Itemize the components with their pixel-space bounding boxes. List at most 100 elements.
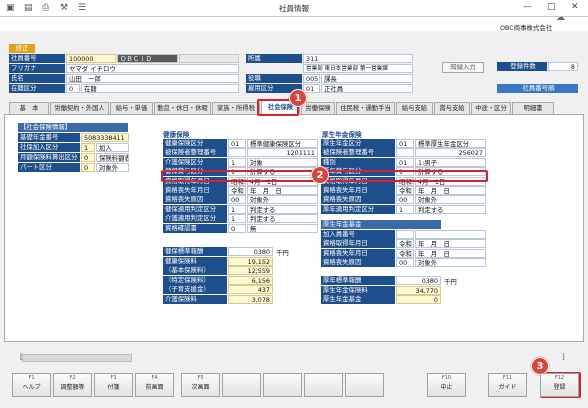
fkey-blank-6[interactable] [263,373,302,397]
kosei.kikin_rows-row-label: 資格取得年月日 [321,239,395,249]
kosei.rows-row-code[interactable] [396,148,414,158]
fkey-f4[interactable]: F4 前画面 [135,373,174,397]
dept-label: 所属 [246,54,302,63]
fkey-label: ガイド [498,384,517,391]
left-row-code[interactable]: 1 [81,143,95,152]
fkey-f1[interactable]: F1 ヘルプ [12,373,51,397]
kosei.money_rows-label: 厚生年金基金 [321,295,395,305]
kenko.rows-row-label: 資格喪失原因 [163,195,227,205]
kosei.money_rows-value: 0 [396,295,441,305]
kenko.rows-row-code[interactable]: 01 [228,139,246,148]
kosei.kikin_rows-row-code[interactable]: 令和 [396,239,414,249]
tab-4[interactable]: 家族・所得税 [212,102,260,114]
dept-code[interactable]: 311 [303,54,413,63]
kenko.rows-row-code[interactable]: 令和 [228,186,246,195]
shain-no-input[interactable]: 100000 [66,54,116,63]
tab-7[interactable]: 住民税・通勤手当 [336,102,395,114]
fkey-label: ヘルプ [22,384,41,391]
fkey-number: F3 [110,375,117,381]
kosei.kikin_rows-row-code[interactable] [396,230,414,239]
kenko.money_rows-label: （基本保険料） [163,266,227,276]
tab-8[interactable]: 給与支給 [396,102,433,114]
tab-9[interactable]: 賞与支給 [434,102,470,114]
count-label: 登録件数 [497,62,547,71]
left-row-value: 対象外 [96,163,129,172]
cloud-icon: ☁ [556,13,565,23]
fkey-f2[interactable]: F2 調整額等 [53,373,92,397]
left-row-value: 加入 [96,143,129,152]
tab-2[interactable]: 給与・単価 [110,102,153,114]
kosei.rows-row-label: 厚年適用判定区分 [321,204,395,214]
tab-10[interactable]: 中途・区分 [471,102,511,114]
sort-shain-no-button[interactable]: 社員番号順 [497,84,578,93]
post-code[interactable]: 005 [303,74,320,83]
furigana-field[interactable]: ヤマダ イチロウ [66,64,239,73]
kenko.money_rows-value[interactable]: 0380 [228,247,273,256]
left-row-code[interactable]: 0 [81,163,95,172]
left-row-code[interactable]: 0 [81,153,95,162]
left-row-label: パート区分 [18,163,80,172]
kosei.kikin_rows-row-code[interactable]: 00 [396,258,414,268]
kenko.rows-row-label: 資格喪失年月日 [163,186,227,195]
left-row-code[interactable]: 5083338411 [81,133,129,142]
kenko.rows-row-code[interactable]: 1 [228,157,246,167]
tab-6[interactable]: 労働保険 [301,102,335,114]
fkey-label: 次画面 [191,384,210,391]
fkey-number: F2 [69,375,76,381]
left-row-label: 月額保険料算出区分 [18,153,80,162]
emp-code[interactable]: 01 [303,84,320,93]
tab-1[interactable]: 労働契約・外国人 [50,102,109,114]
tab-3[interactable]: 勤怠・休日・休暇 [154,102,211,114]
tab-0[interactable]: 基 本 [9,102,49,114]
kenko.money_rows-value: 12,559 [228,266,273,276]
shain-no-label: 社員番号 [9,54,65,63]
dept-value: 営業部 東日本営業部 第一営業課 [303,64,413,73]
kenko.rows-row-value: 無 [247,223,318,233]
status-bar-field [22,354,132,362]
kenko.rows-row-label: 介護適用判定区分 [163,214,227,224]
kosei.kikin_rows-row-value [415,230,486,239]
notify-button[interactable]: 知緑入力 [442,62,484,73]
kosei.rows-row-value: 年 月 日 [415,186,486,195]
fkey-number: F4 [151,375,158,381]
kosei.kikin_rows-row-code[interactable]: 令和 [396,248,414,258]
kosei.rows-row-code[interactable]: 01 [396,139,414,148]
fkey-blank-7[interactable] [304,373,343,397]
left-row-label: 基礎年金番号 [18,133,80,142]
obcid-value [179,54,239,63]
name-field[interactable]: 山田 一郎 [66,74,239,83]
kosei.rows-row-code[interactable]: 1 [396,204,414,214]
fkey-f10[interactable]: F10 中止 [427,373,466,397]
maximize-icon[interactable]: □ [547,2,556,12]
fkey-label: 登録 [553,384,566,391]
status-code[interactable]: 0 [66,84,80,93]
kenko.rows-row-code[interactable]: 0 [228,223,246,233]
kosei.kikin_rows-row-value: 対象外 [415,258,486,268]
kenko.rows-row-code[interactable]: 1 [228,204,246,214]
fkey-blank-8[interactable] [345,373,384,397]
post-value: 課長 [321,74,413,83]
kenko.rows-row-code[interactable]: 00 [228,195,246,205]
minimize-icon[interactable]: — [523,2,532,12]
fkey-f11[interactable]: F11 ガイド [488,373,527,397]
fkey-blank-5[interactable] [222,373,261,397]
kosei.rows-row-value: 判定する [415,204,486,214]
kosei.rows-row-code[interactable]: 00 [396,195,414,205]
kenko.money_rows-label: （特定保険料） [163,275,227,285]
kenko.rows-row-label: 健康保険区分 [163,139,227,148]
kosei.rows-row-code[interactable]: 令和 [396,186,414,195]
step-badge-1: 1 [289,89,307,107]
emp-value: 正社員 [321,84,413,93]
close-icon[interactable]: ✕ [571,2,579,12]
fkey-f12[interactable]: F12 登録 [540,373,579,397]
fkey-f5[interactable]: F5 次画面 [181,373,220,397]
tab-11[interactable]: 明細書 [512,102,554,114]
kenko.rows-row-code[interactable]: 1 [228,214,246,224]
status-label: 在籍区分 [9,84,65,93]
kosei.rows-row-code[interactable]: 01 [396,157,414,167]
kosei.money_rows-value[interactable]: 0380 [396,276,441,285]
kenko.rows-row-code[interactable] [228,148,246,158]
kenko.rows-row-label: 介護保険区分 [163,157,227,167]
kenko.money_rows-label: 健康保険料 [163,256,227,266]
fkey-f3[interactable]: F3 付箋 [94,373,133,397]
